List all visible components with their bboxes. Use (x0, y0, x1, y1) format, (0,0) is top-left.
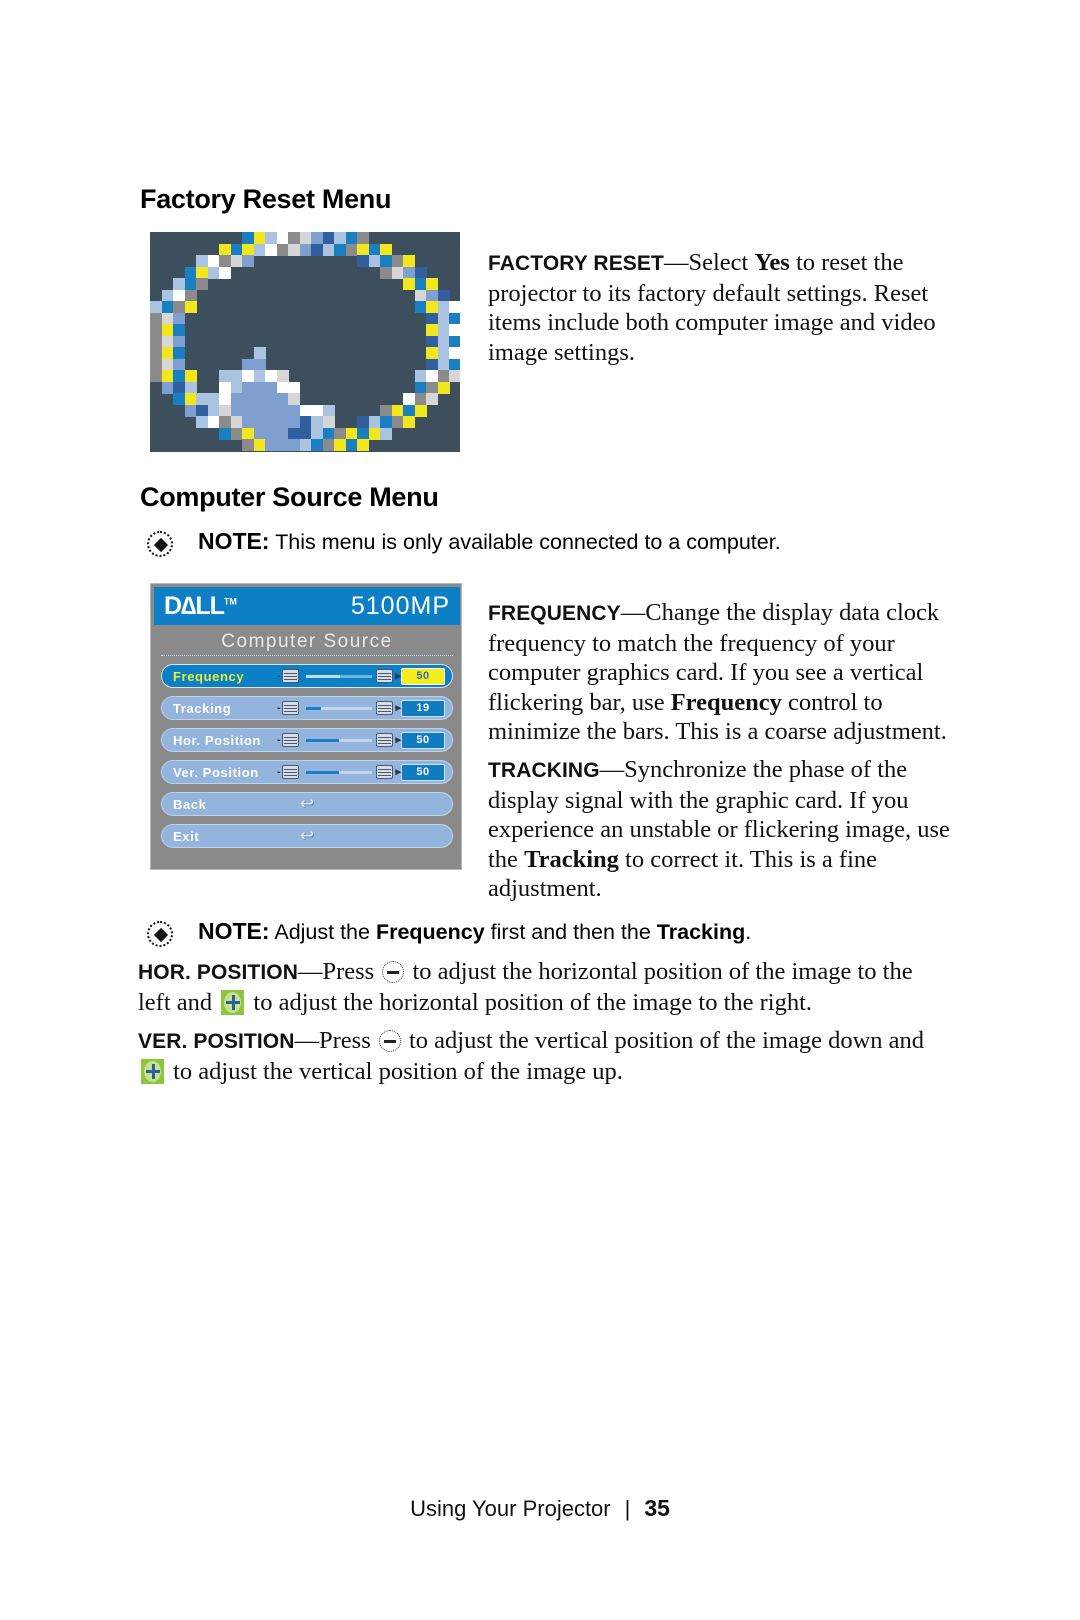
note-menu-availability: NOTE: This menu is only available connec… (146, 528, 781, 560)
term-frequency: FREQUENCY (488, 602, 621, 625)
note-order-bold-tracking: Tracking (656, 920, 746, 944)
em-dash: — (297, 958, 323, 985)
osd-row-label: Hor. Position (173, 732, 261, 748)
em-dash: — (599, 756, 625, 783)
hor-position-right-icon[interactable]: ▸ (375, 732, 401, 748)
page-footer: Using Your Projector | 35 (0, 1495, 1080, 1522)
osd-model-name: 5100MP (350, 591, 450, 620)
document-page: Factory Reset Menu FACTORY RESET—Select … (0, 0, 1080, 1620)
footer-separator: | (624, 1496, 631, 1521)
paragraph-factory-reset: FACTORY RESET—Select Yes to reset the pr… (488, 248, 958, 367)
heading-factory-reset-menu: Factory Reset Menu (140, 184, 392, 214)
osd-slider-track[interactable] (306, 706, 372, 711)
ver-position-text-3: to adjust the vertical position of the i… (167, 1057, 623, 1085)
plus-button-icon (141, 1058, 164, 1084)
frequency-increase-icon[interactable]: ▸ (375, 668, 401, 684)
page-number: 35 (644, 1495, 670, 1521)
osd-row-list: Frequency - ▸ 50 Tracking - ▸ 19 Hor. Position - ▸… (161, 664, 453, 856)
footer-section-name: Using Your Projector (410, 1496, 611, 1521)
osd-row-ver-position[interactable]: Ver. Position - ▸ 50 (161, 760, 453, 784)
factory-reset-bold-yes: Yes (754, 249, 790, 276)
osd-row-exit[interactable]: Exit ↩ (161, 824, 453, 848)
em-dash: — (663, 249, 689, 276)
factory-reset-mosaic-image (150, 232, 460, 452)
note-order-text-2: first and then the (484, 920, 657, 944)
osd-row-value: 19 (401, 699, 445, 717)
note-adjust-order-text: NOTE: Adjust the Frequency first and the… (198, 918, 751, 945)
tracking-bold-word: Tracking (524, 845, 619, 873)
paragraph-tracking: TRACKING—Synchronize the phase of the di… (488, 755, 958, 904)
note-order-bold-frequency: Frequency (375, 920, 485, 944)
tracking-increase-icon[interactable]: ▸ (375, 700, 401, 716)
osd-row-tracking[interactable]: Tracking - ▸ 19 (161, 696, 453, 720)
ver-position-text-2: to adjust the vertical position of the i… (402, 1027, 925, 1054)
ver-position-down-icon[interactable]: - (277, 764, 303, 780)
term-hor-position: HOR. POSITION (138, 961, 298, 984)
osd-row-label: Tracking (173, 700, 232, 716)
osd-menu-computer-source: D∆LLTM 5100MP Computer Source Frequency -… (150, 583, 462, 870)
tracking-decrease-icon[interactable]: - (277, 700, 303, 716)
paragraph-ver-position: VER. POSITION—Press to adjust the vertic… (138, 1026, 950, 1086)
minus-button-icon (382, 961, 405, 983)
ver-position-text-1: Press (319, 1027, 377, 1054)
note-label: NOTE: (198, 528, 270, 554)
em-dash: — (620, 599, 646, 626)
trademark-mark: TM (223, 596, 237, 607)
osd-row-label: Back (173, 796, 207, 812)
osd-slider-track[interactable] (306, 674, 372, 679)
note-adjust-order: NOTE: Adjust the Frequency first and the… (146, 918, 751, 950)
note-info-icon (146, 530, 176, 560)
hor-position-left-icon[interactable]: - (277, 732, 303, 748)
note-availability-body: This menu is only available connected to… (269, 530, 781, 554)
osd-row-label: Exit (173, 828, 200, 844)
note-info-icon (146, 920, 176, 950)
term-tracking: TRACKING (488, 759, 600, 782)
return-arrow-icon: ↩ (299, 826, 315, 845)
hor-position-text-1: Press (322, 958, 381, 985)
osd-menu-title: Computer Source (161, 628, 453, 656)
term-factory-reset: FACTORY RESET (488, 252, 664, 275)
osd-row-value: 50 (401, 667, 445, 685)
osd-header-bar: D∆LLTM 5100MP (154, 587, 460, 625)
osd-row-hor-position[interactable]: Hor. Position - ▸ 50 (161, 728, 453, 752)
frequency-bold-word: Frequency (670, 688, 782, 716)
frequency-decrease-icon[interactable]: - (277, 668, 303, 684)
osd-row-label: Frequency (173, 668, 245, 684)
osd-row-back[interactable]: Back ↩ (161, 792, 453, 816)
note-availability-text: NOTE: This menu is only available connec… (198, 528, 781, 555)
osd-row-value: 50 (401, 731, 445, 749)
osd-slider-track[interactable] (306, 770, 372, 775)
paragraph-hor-position: HOR. POSITION—Press to adjust the horizo… (138, 957, 950, 1017)
plus-button-icon (221, 989, 245, 1015)
osd-row-value: 50 (401, 763, 445, 781)
em-dash: — (294, 1027, 320, 1054)
return-arrow-icon: ↩ (299, 794, 315, 813)
heading-computer-source-menu: Computer Source Menu (140, 482, 439, 512)
note-label: NOTE: (198, 918, 270, 944)
paragraph-frequency: FREQUENCY—Change the display data clock … (488, 598, 958, 747)
dell-logo: D∆LLTM (164, 591, 237, 620)
note-order-text-1: Adjust the (269, 920, 376, 944)
osd-row-label: Ver. Position (173, 764, 259, 780)
osd-row-frequency[interactable]: Frequency - ▸ 50 (161, 664, 453, 688)
term-ver-position: VER. POSITION (138, 1030, 295, 1053)
dell-logo-text: D∆LL (164, 591, 225, 620)
ver-position-up-icon[interactable]: ▸ (375, 764, 401, 780)
minus-button-icon (378, 1030, 401, 1052)
factory-reset-text-1: Select (688, 249, 755, 276)
osd-slider-track[interactable] (306, 738, 372, 743)
note-order-text-3: . (745, 920, 752, 944)
hor-position-text-3: to adjust the horizontal position of the… (247, 988, 813, 1016)
